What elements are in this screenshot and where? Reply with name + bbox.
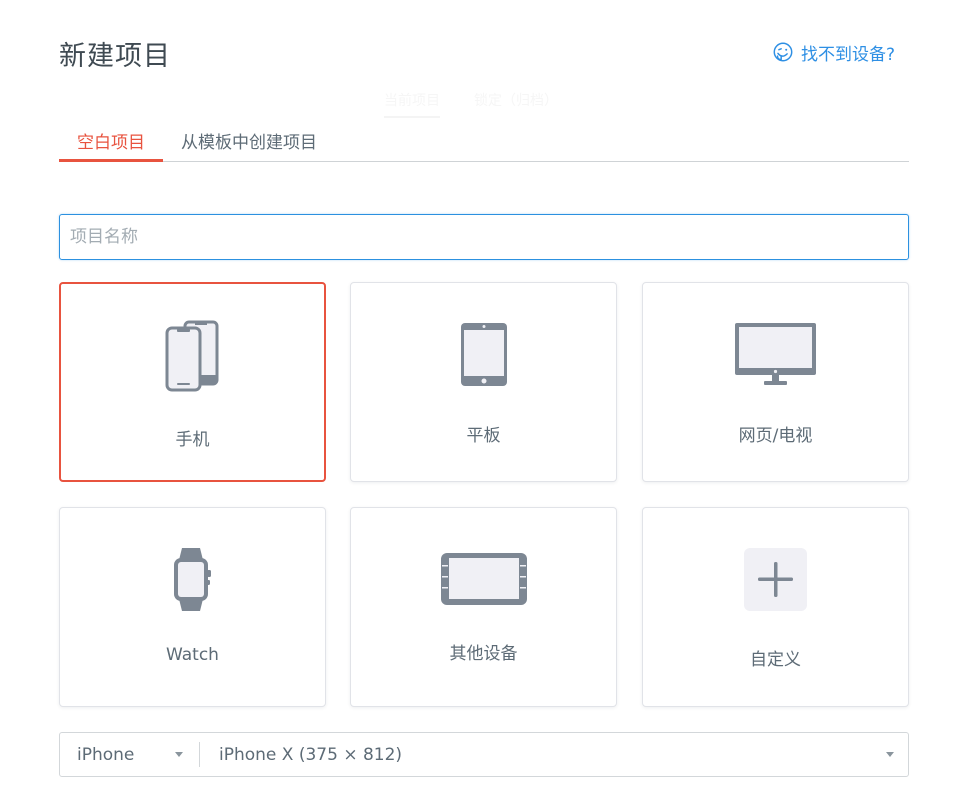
chevron-down-icon (886, 752, 894, 757)
project-type-tabs: 空白项目 从模板中创建项目 (59, 124, 909, 162)
tablet-icon (351, 323, 616, 386)
ghost-tabs: 当前项目 锁定（归档） (384, 90, 558, 118)
ghost-tab-archived: 锁定（归档） (474, 93, 558, 109)
device-card-watch[interactable]: Watch (59, 507, 326, 707)
device-model-select[interactable]: iPhone X (375 × 812) (200, 733, 908, 776)
project-name-input[interactable] (59, 214, 909, 260)
device-family-value: iPhone (77, 744, 135, 765)
device-label: 平板 (466, 426, 501, 446)
cant-find-device-link[interactable]: 找不到设备? (772, 40, 896, 65)
other-device-icon (351, 553, 616, 605)
help-link-label: 找不到设备? (801, 44, 896, 65)
phone-icon (61, 320, 324, 392)
monitor-icon (643, 323, 908, 386)
device-card-other[interactable]: 其他设备 (350, 507, 617, 707)
page-title: 新建项目 (59, 41, 171, 72)
device-label: 其他设备 (449, 644, 518, 664)
device-label: 自定义 (750, 650, 801, 670)
device-card-web-tv[interactable]: 网页/电视 (642, 282, 909, 482)
device-family-select[interactable]: iPhone (60, 733, 200, 776)
device-label: 网页/电视 (738, 426, 813, 446)
confused-face-icon (773, 42, 793, 62)
plus-icon (643, 548, 908, 611)
tab-from-template[interactable]: 从模板中创建项目 (163, 124, 335, 161)
device-label: Watch (166, 645, 219, 665)
device-card-phone[interactable]: 手机 (59, 282, 326, 482)
watch-icon (60, 548, 325, 611)
device-model-value: iPhone X (375 × 812) (219, 744, 403, 765)
device-label: 手机 (175, 430, 210, 450)
tab-blank-project[interactable]: 空白项目 (59, 124, 163, 162)
device-card-tablet[interactable]: 平板 (350, 282, 617, 482)
ghost-tab-current: 当前项目 (384, 90, 440, 118)
device-card-custom[interactable]: 自定义 (642, 507, 909, 707)
device-size-selector: iPhone iPhone X (375 × 812) (59, 732, 909, 777)
chevron-down-icon (175, 752, 183, 757)
